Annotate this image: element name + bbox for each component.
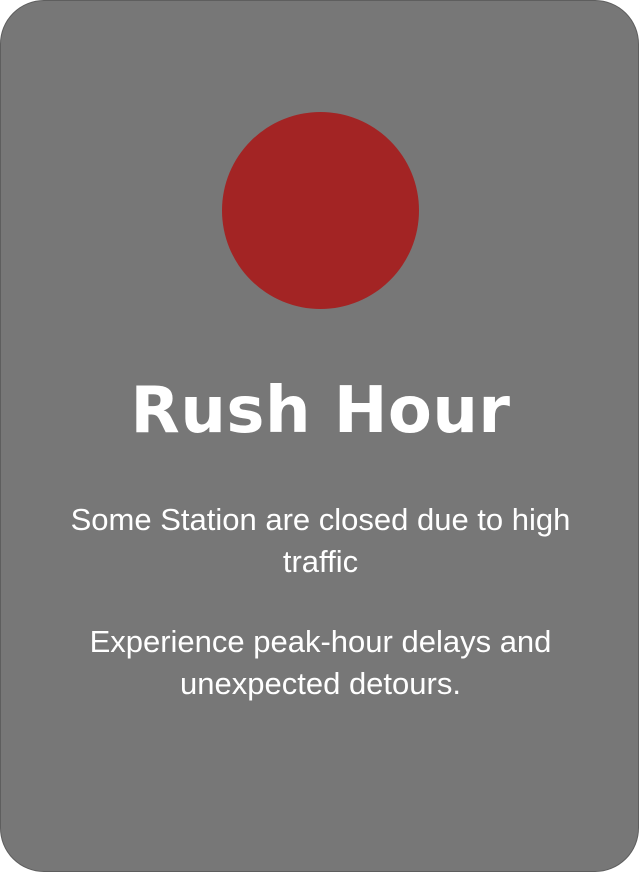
status-indicator-icon (222, 112, 419, 309)
card-description: Some Station are closed due to high traf… (70, 502, 571, 579)
card-detail: Experience peak-hour delays and unexpect… (89, 624, 552, 701)
card-title: Rush Hour (130, 374, 511, 448)
rush-hour-card: Rush Hour Some Station are closed due to… (0, 0, 639, 872)
